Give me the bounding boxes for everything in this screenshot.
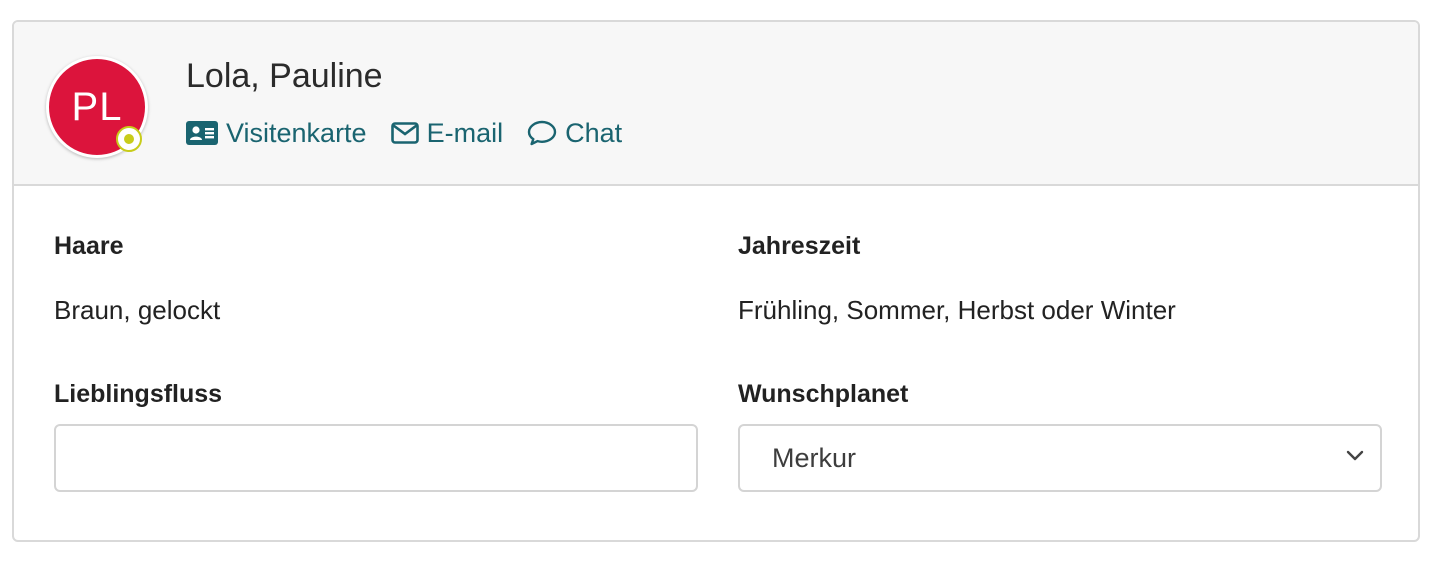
email-link[interactable]: E-mail	[390, 117, 504, 149]
lieblingsfluss-label: Lieblingsfluss	[54, 380, 223, 408]
online-status-icon	[116, 126, 142, 152]
email-label: E-mail	[426, 117, 504, 148]
chat-link[interactable]: Chat	[527, 118, 622, 149]
avatar-initials: PL	[71, 84, 123, 129]
wunschplanet-selected: Merkur	[772, 442, 857, 473]
chat-bubble-icon	[527, 120, 557, 146]
envelope-icon	[390, 122, 419, 144]
haare-value: Braun, gelockt	[54, 295, 221, 325]
profile-card: PL Lola, Pauline Visitenkarte E-mail Cha…	[12, 20, 1420, 542]
lieblingsfluss-input[interactable]	[54, 424, 698, 492]
wunschplanet-select[interactable]: Merkur	[738, 424, 1382, 492]
chat-label: Chat	[565, 117, 623, 148]
id-card-icon	[186, 121, 218, 145]
user-name: Lola, Pauline	[186, 57, 383, 95]
visitenkarte-link[interactable]: Visitenkarte	[186, 118, 367, 149]
jahreszeit-label: Jahreszeit	[738, 232, 861, 260]
jahreszeit-value: Frühling, Sommer, Herbst oder Winter	[738, 295, 1176, 325]
haare-label: Haare	[54, 232, 124, 260]
chevron-down-icon	[1346, 450, 1364, 461]
profile-header: PL Lola, Pauline Visitenkarte E-mail Cha…	[14, 22, 1418, 186]
contact-actions: Visitenkarte E-mail Chat	[186, 116, 646, 150]
visitenkarte-label: Visitenkarte	[226, 117, 367, 148]
wunschplanet-label: Wunschplanet	[738, 380, 909, 408]
